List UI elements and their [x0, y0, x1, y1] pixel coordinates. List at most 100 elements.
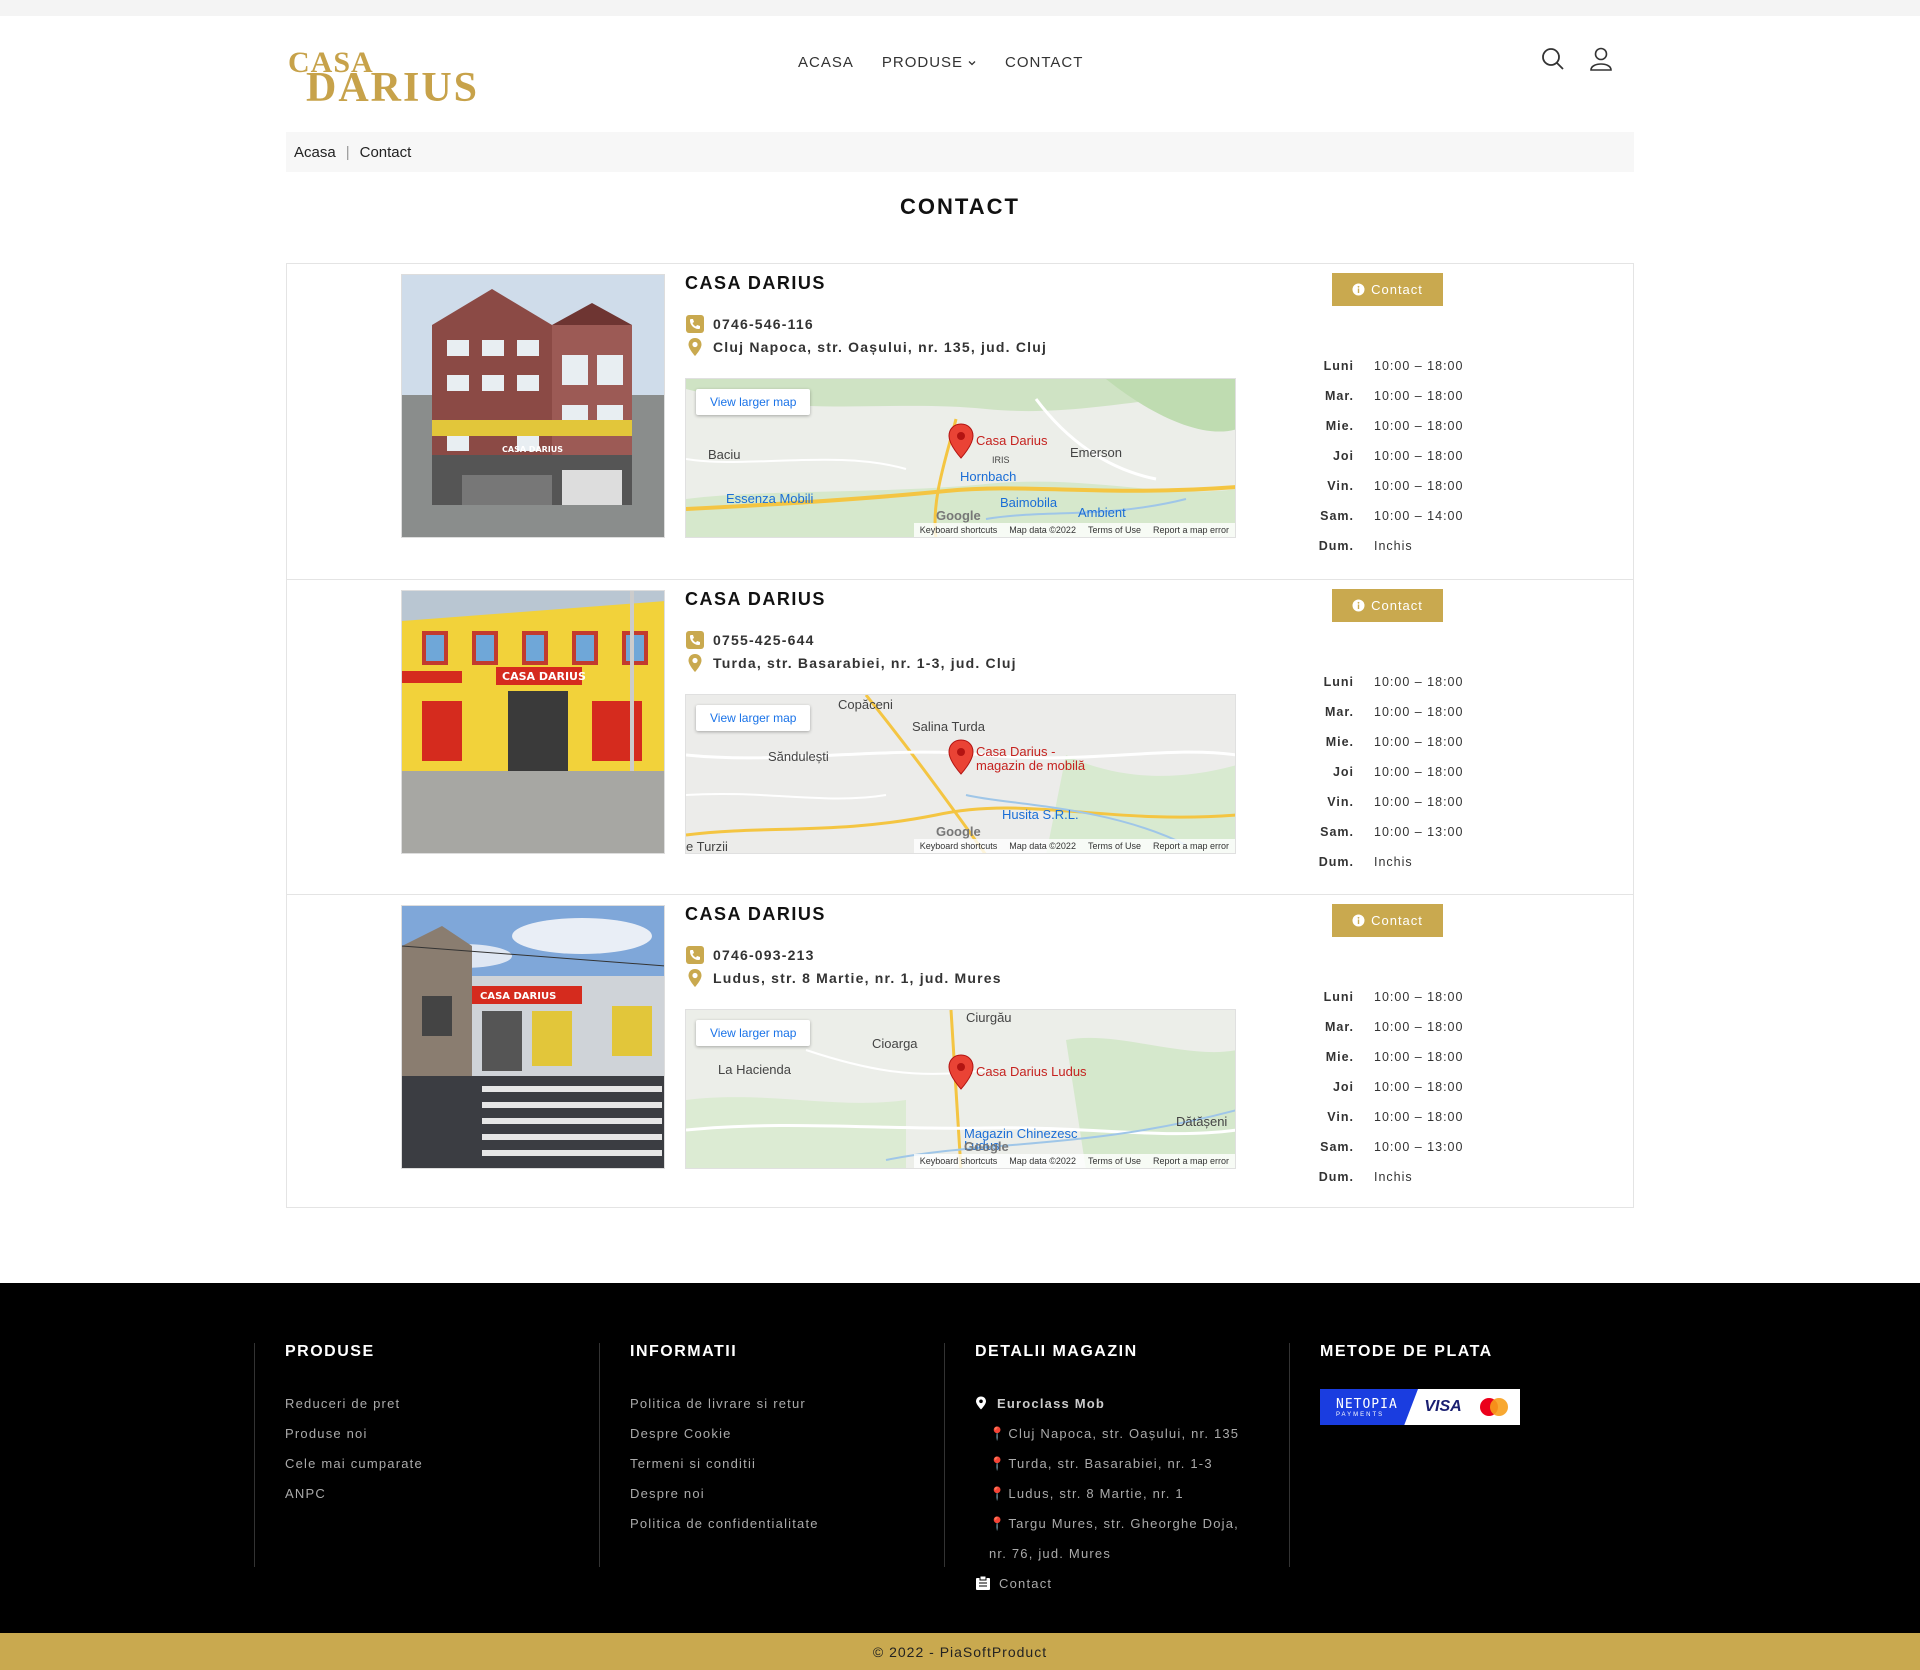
footer-link[interactable]: ANPC	[285, 1479, 599, 1509]
store-card: CASA DARIUS CASA DARIUS 0746-546-116 Clu…	[287, 264, 1633, 579]
view-larger-map-link[interactable]: View larger map	[696, 1020, 811, 1046]
view-larger-map-link[interactable]: View larger map	[696, 705, 811, 731]
nav-acasa[interactable]: ACASA	[798, 54, 854, 71]
footer-plata: METODE DE PLATA NETOPIA PAYMENTS VISA	[1289, 1343, 1634, 1567]
phone-icon	[686, 946, 704, 964]
store-contact-button[interactable]: Contact	[1332, 904, 1443, 937]
info-icon	[1352, 914, 1365, 927]
footer-produse: PRODUSE Reduceri de pret Produse noi Cel…	[254, 1343, 599, 1567]
footer-link[interactable]: Despre Cookie	[630, 1419, 944, 1449]
opening-hours: Luni 10:00 – 18:00 Mar. 10:00 – 18:00 Mie.…	[1287, 351, 1487, 561]
footer-link[interactable]: Despre noi	[630, 1479, 944, 1509]
footer-link[interactable]: Termeni si conditii	[630, 1449, 944, 1479]
svg-text:CASA DARIUS: CASA DARIUS	[480, 991, 556, 1002]
footer-detalii: DETALII MAGAZIN Euroclass Mob 📍 Cluj Napo…	[944, 1343, 1289, 1591]
hours-row: Joi 10:00 – 18:00	[1332, 1080, 1464, 1094]
store-map[interactable]: View larger map Casa Darius Baciu Emerso…	[685, 378, 1236, 538]
hours-row: Luni 10:00 – 18:00	[1323, 359, 1464, 373]
mastercard-logo	[1468, 1389, 1520, 1425]
footer-address: nr. 76, jud. Mures	[989, 1546, 1112, 1561]
pin-icon: 📍	[989, 1516, 1007, 1531]
store-address: Ludus, str. 8 Martie, nr. 1, jud. Mures	[685, 968, 1002, 988]
hours-row: Mar. 10:00 – 18:00	[1324, 705, 1464, 719]
footer-heading: DETALII MAGAZIN	[975, 1343, 1138, 1360]
nav-produse[interactable]: PRODUSE	[882, 54, 977, 71]
map-pin-label: Casa Darius - magazin de mobilă	[976, 744, 1086, 773]
map-pin-icon	[688, 654, 702, 672]
store-phone[interactable]: 0746-546-116	[685, 314, 814, 334]
map-footer: Keyboard shortcuts Map data ©2022 Terms …	[913, 523, 1235, 537]
store-photo: CASA DARIUS	[401, 590, 665, 854]
chevron-down-icon	[968, 60, 976, 65]
footer-link[interactable]: Produse noi	[285, 1419, 599, 1449]
map-marker-icon[interactable]	[948, 1054, 974, 1090]
footer-contact-link[interactable]: Contact	[975, 1569, 1289, 1599]
hours-row: Dum. Inchis	[1318, 539, 1413, 553]
nav-contact[interactable]: CONTACT	[1005, 54, 1083, 71]
hours-row: Mie. 10:00 – 18:00	[1325, 419, 1464, 433]
hours-row: Vin. 10:00 – 18:00	[1327, 795, 1464, 809]
map-pin-icon	[976, 1396, 986, 1410]
footer-heading: PRODUSE	[285, 1343, 375, 1360]
map-marker-icon[interactable]	[948, 423, 974, 459]
footer-address: 📍 Targu Mures, str. Gheorghe Doja,	[989, 1516, 1239, 1531]
payment-methods-badge: NETOPIA PAYMENTS VISA	[1320, 1389, 1520, 1425]
header-icons	[1540, 46, 1614, 72]
top-strip	[0, 0, 1920, 16]
map-pin-label: Casa Darius Ludus	[976, 1064, 1087, 1079]
hours-row: Vin. 10:00 – 18:00	[1327, 479, 1464, 493]
footer-heading: METODE DE PLATA	[1320, 1343, 1493, 1360]
site-logo[interactable]: CASA DARIUS	[286, 46, 486, 111]
store-name: CASA DARIUS	[685, 904, 826, 924]
site-footer: PRODUSE Reduceri de pret Produse noi Cel…	[0, 1283, 1920, 1633]
user-icon[interactable]	[1588, 46, 1614, 72]
clipboard-icon	[976, 1575, 990, 1590]
phone-icon	[686, 315, 704, 333]
store-contact-button[interactable]: Contact	[1332, 273, 1443, 306]
pin-icon: 📍	[989, 1456, 1007, 1471]
footer-link[interactable]: Reduceri de pret	[285, 1389, 599, 1419]
store-photo: CASA DARIUS	[401, 905, 665, 1169]
info-icon	[1352, 283, 1365, 296]
store-name: CASA DARIUS	[685, 589, 826, 609]
footer-link[interactable]: Politica de confidentialitate	[630, 1509, 944, 1539]
footer-address: 📍 Cluj Napoca, str. Oașului, nr. 135	[989, 1426, 1240, 1441]
store-phone[interactable]: 0755-425-644	[685, 630, 815, 650]
map-footer: Keyboard shortcuts Map data ©2022 Terms …	[913, 1154, 1235, 1168]
store-map[interactable]: View larger map Casa Darius - magazin de…	[685, 694, 1236, 854]
svg-text:CASA DARIUS: CASA DARIUS	[502, 670, 586, 683]
search-icon[interactable]	[1540, 46, 1566, 72]
footer-address: 📍 Ludus, str. 8 Martie, nr. 1	[989, 1486, 1184, 1501]
hours-row: Sam. 10:00 – 13:00	[1320, 825, 1464, 839]
breadcrumb-home[interactable]: Acasa	[294, 144, 336, 161]
hours-row: Mie. 10:00 – 18:00	[1325, 735, 1464, 749]
footer-address: 📍 Turda, str. Basarabiei, nr. 1-3	[989, 1456, 1213, 1471]
map-footer: Keyboard shortcuts Map data ©2022 Terms …	[913, 839, 1235, 853]
site-header: CASA DARIUS ACASA PRODUSE CONTACT	[0, 16, 1920, 116]
map-marker-icon[interactable]	[948, 739, 974, 775]
stores-list: CASA DARIUS CASA DARIUS 0746-546-116 Clu…	[286, 263, 1634, 1208]
breadcrumb-current: Contact	[359, 143, 412, 161]
footer-link[interactable]: Cele mai cumparate	[285, 1449, 599, 1479]
store-name: CASA DARIUS	[685, 273, 826, 293]
view-larger-map-link[interactable]: View larger map	[696, 389, 811, 415]
store-address: Cluj Napoca, str. Oașului, nr. 135, jud.…	[685, 337, 1047, 357]
phone-icon	[686, 631, 704, 649]
store-contact-button[interactable]: Contact	[1332, 589, 1443, 622]
hours-row: Luni 10:00 – 18:00	[1323, 675, 1464, 689]
hours-row: Sam. 10:00 – 13:00	[1320, 1140, 1464, 1154]
hours-row: Sam. 10:00 – 14:00	[1320, 509, 1464, 523]
map-pin-icon	[688, 338, 702, 356]
store-map[interactable]: View larger map Casa Darius Ludus Ciurgă…	[685, 1009, 1236, 1169]
footer-link[interactable]: Politica de livrare si retur	[630, 1389, 944, 1419]
store-phone[interactable]: 0746-093-213	[685, 945, 815, 965]
google-logo: Google	[936, 508, 981, 523]
hours-row: Vin. 10:00 – 18:00	[1327, 1110, 1464, 1124]
page-title: CONTACT	[900, 194, 1020, 219]
hours-row: Joi 10:00 – 18:00	[1332, 449, 1464, 463]
pin-icon: 📍	[989, 1486, 1007, 1501]
info-icon	[1352, 599, 1365, 612]
footer-company: Euroclass Mob	[975, 1389, 1289, 1419]
store-card: CASA DARIUS CASA DARIUS 0755-425-644 Tur…	[287, 579, 1633, 894]
hours-row: Mar. 10:00 – 18:00	[1324, 1020, 1464, 1034]
